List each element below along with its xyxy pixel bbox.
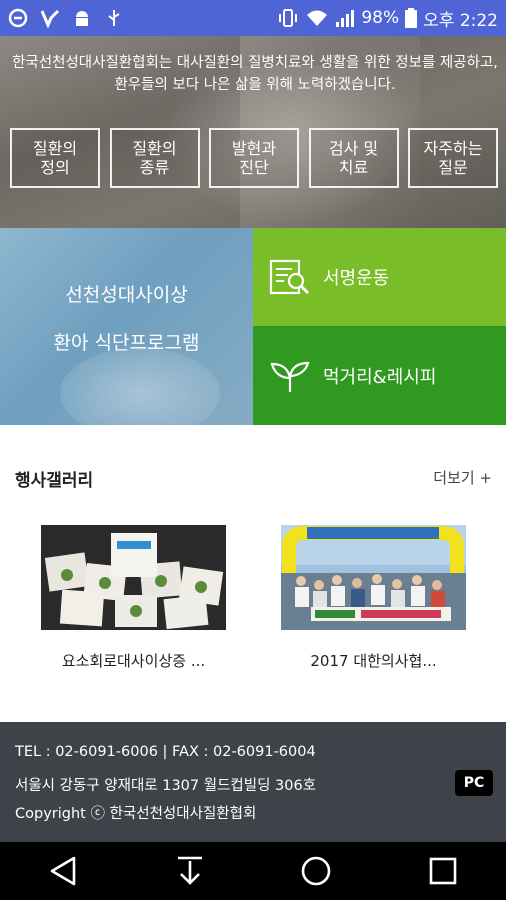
diet-program-line2: 환아 식단프로그램 — [53, 332, 200, 354]
recent-apps-icon[interactable] — [413, 842, 473, 900]
gallery-title: 행사갤러리 — [15, 471, 94, 491]
android-icon — [72, 8, 92, 28]
home-icon[interactable] — [286, 842, 346, 900]
hero-intro-text: 한국선천성대사질환협회는 대사질환의 질병치료와 생활을 위한 정보를 제공하고… — [12, 55, 498, 93]
gallery-caption: 2017 대한의사협... — [310, 652, 437, 670]
battery-level: 98% — [361, 8, 400, 28]
app-icon — [8, 8, 28, 28]
wifi-icon — [305, 8, 329, 28]
battery-icon — [405, 8, 418, 28]
diet-program-line1: 선천성대사이상 — [65, 284, 188, 306]
gallery-thumbnail — [281, 525, 466, 630]
faq-button[interactable]: 자주하는 질문 — [408, 128, 498, 188]
signal-icon — [335, 8, 355, 28]
disease-menu: 질환의 정의 질환의 종류 발현과 진단 검사 및 치료 자주하는 질문 — [10, 128, 498, 188]
food-recipe-tile[interactable]: 먹거리&레시피 — [253, 326, 506, 425]
footer-address: 서울시 강동구 양재대로 1307 월드컵빌딩 306호 — [15, 778, 317, 794]
sprout-icon — [267, 353, 313, 399]
pc-version-button[interactable]: PC — [455, 770, 493, 796]
gallery-thumbnail — [41, 525, 226, 630]
test-treatment-button[interactable]: 검사 및 치료 — [308, 128, 399, 188]
petition-tile[interactable]: 서명운동 — [253, 228, 506, 326]
food-recipe-label: 먹거리&레시피 — [323, 366, 437, 388]
petition-label: 서명운동 — [323, 268, 390, 289]
gallery-more-link[interactable]: 더보기 + — [433, 467, 492, 488]
footer: TEL : 02-6091-6006 | FAX : 02-6091-6004 … — [0, 722, 506, 842]
gallery-item[interactable]: 요소회로대사이상증 ... — [41, 525, 226, 671]
gallery-item[interactable]: 2017 대한의사협... — [281, 525, 466, 671]
usb-icon — [104, 8, 124, 28]
navigation-bar — [0, 842, 506, 900]
diet-program-banner[interactable]: 선천성대사이상 환아 식단프로그램 — [0, 228, 253, 425]
document-search-icon — [267, 254, 313, 300]
vibrate-icon — [277, 8, 299, 28]
disease-types-button[interactable]: 질환의 종류 — [109, 128, 200, 188]
footer-contact: TEL : 02-6091-6006 | FAX : 02-6091-6004 — [15, 744, 316, 760]
footer-copyright: Copyright ⓒ 한국선천성대사질환협회 — [15, 806, 257, 822]
gallery-caption: 요소회로대사이상증 ... — [61, 652, 206, 670]
back-icon[interactable] — [33, 842, 93, 900]
clock: 오후 2:22 — [423, 10, 498, 31]
onset-diagnosis-button[interactable]: 발현과 진단 — [209, 128, 299, 188]
app-icon — [40, 8, 60, 28]
status-bar: 98% 오후 2:22 — [0, 0, 506, 36]
disease-definition-button[interactable]: 질환의 정의 — [10, 128, 100, 188]
hero-banner: 한국선천성대사질환협회는 대사질환의 질병치료와 생활을 위한 정보를 제공하고… — [0, 36, 506, 228]
download-icon[interactable] — [160, 842, 220, 900]
